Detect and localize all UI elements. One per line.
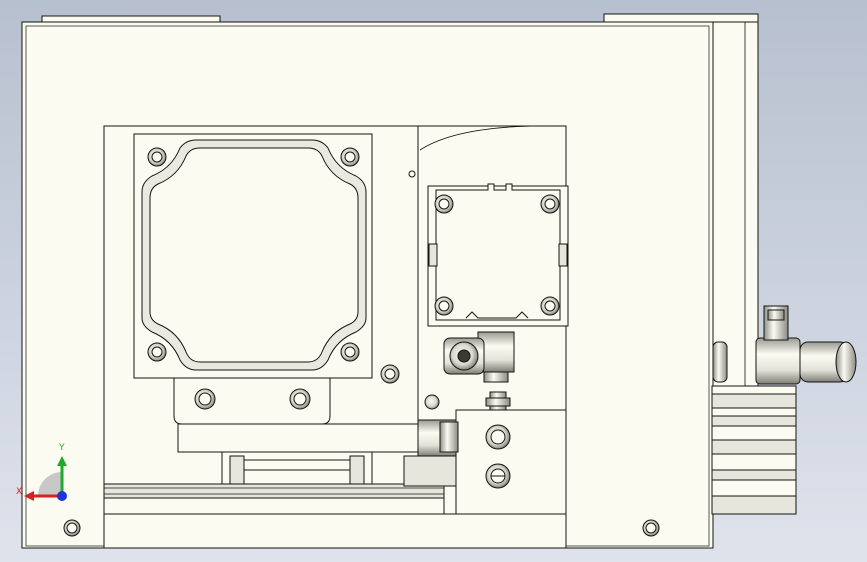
lower-right-block <box>455 409 567 515</box>
carriage-block <box>177 423 419 453</box>
base-strip <box>103 513 567 549</box>
motor-face <box>149 147 359 363</box>
side-fitting-body <box>755 337 801 385</box>
rail-base <box>103 497 445 515</box>
right-housing <box>705 21 759 387</box>
side-fitting-left <box>712 341 728 383</box>
z-axis-dot <box>57 491 67 501</box>
cad-viewport[interactable]: Y X <box>0 0 867 562</box>
y-axis-label: Y <box>59 443 65 453</box>
x-axis-label: X <box>16 487 23 497</box>
linear-rail <box>103 483 445 499</box>
cad-drawing[interactable] <box>0 0 867 562</box>
